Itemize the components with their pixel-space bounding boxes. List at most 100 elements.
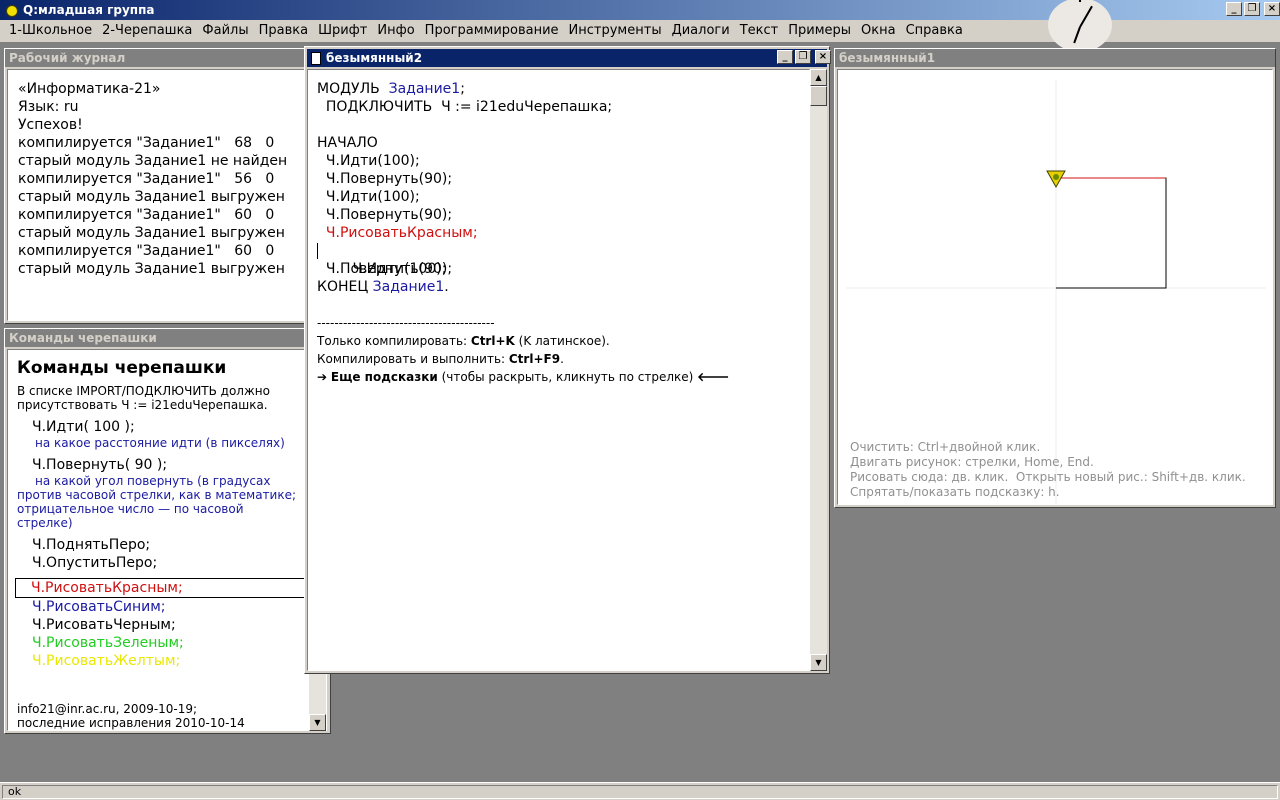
- editor-minimize-button[interactable]: _: [777, 50, 793, 64]
- status-bar: ok: [0, 782, 1280, 800]
- canvas-hint: Очистить: Ctrl+двойной клик.: [850, 440, 1041, 454]
- journal-line: старый модуль Задание1 не найден: [18, 153, 288, 169]
- journal-line: Язык: ru: [18, 99, 79, 115]
- journal-line: старый модуль Задание1 выгружен: [18, 225, 285, 241]
- clock-hour-hand: [1079, 5, 1093, 28]
- editor-title: безымянный2: [326, 51, 423, 65]
- commands-intro: присутствовать Ч := i21eduЧерепашка.: [17, 398, 268, 412]
- document-icon: [311, 51, 321, 65]
- canvas-hints: Очистить: Ctrl+двойной клик. Двигать рис…: [850, 440, 1246, 500]
- code-line: Ч.Идти(100);: [317, 153, 420, 169]
- black-path: [1056, 177, 1167, 289]
- code-line: Ч.Идти(100);: [317, 189, 420, 205]
- app-title: Q:младшая группа: [23, 3, 155, 17]
- cmd-go[interactable]: Ч.Идти( 100 );: [17, 418, 326, 436]
- code-line: КОНЕЦ Задание1.: [317, 279, 449, 295]
- scroll-up-arrow-icon[interactable]: ▲: [810, 69, 827, 86]
- cmd-go-note: на какое расстояние идти (в пикселях): [35, 436, 285, 450]
- fold-arrow-right-icon[interactable]: ➔: [317, 370, 327, 384]
- menu-examples[interactable]: Примеры: [783, 21, 856, 41]
- journal-line: компилируется "Задание1" 60 0: [18, 243, 275, 259]
- menu-turtle[interactable]: 2-Черепашка: [97, 21, 197, 41]
- commands-intro: В списке IMPORT/ПОДКЛЮЧИТЬ должно: [17, 384, 270, 398]
- canvas-hint: Спрятать/показать подсказку: h.: [850, 485, 1060, 499]
- status-text: ok: [2, 785, 1278, 799]
- clock-minute-hand: [1073, 26, 1081, 44]
- cmd-turn-note: отрицательное число — по часовой: [17, 502, 244, 516]
- menu-files[interactable]: Файлы: [197, 21, 253, 41]
- journal-line: «Информатика-21»: [18, 81, 161, 97]
- cmd-pen-down[interactable]: Ч.ОпуститьПеро;: [17, 554, 326, 572]
- cmd-draw-yellow[interactable]: Ч.РисоватьЖелтым;: [17, 652, 326, 670]
- cmd-turn-note: стрелке): [17, 516, 73, 530]
- editor-scrollbar[interactable]: ▲ ▼: [810, 69, 827, 671]
- cmd-draw-black[interactable]: Ч.РисоватьЧерным;: [17, 616, 326, 634]
- cmd-draw-blue[interactable]: Ч.РисоватьСиним;: [17, 598, 326, 616]
- scroll-down-arrow-icon[interactable]: ▼: [309, 714, 326, 731]
- scroll-down-arrow-icon[interactable]: ▼: [810, 654, 827, 671]
- editor-window: безымянный2 _ ❐ × МОДУЛЬ Задание1; ПОДКЛ…: [304, 46, 831, 674]
- cmd-draw-red[interactable]: Ч.РисоватьКрасным;: [15, 578, 315, 598]
- menu-windows[interactable]: Окна: [856, 21, 901, 41]
- menu-help[interactable]: Справка: [901, 21, 968, 41]
- code-line: Ч.Повернуть(90);: [317, 171, 453, 187]
- separator-line: ----------------------------------------…: [317, 316, 495, 330]
- close-button[interactable]: ×: [1264, 2, 1280, 16]
- editor-title-bar[interactable]: безымянный2: [307, 49, 827, 67]
- minimize-button[interactable]: _: [1226, 2, 1242, 16]
- code-line: НАЧАЛО: [317, 135, 378, 151]
- menu-school[interactable]: 1-Школьное: [4, 21, 97, 41]
- commands-title[interactable]: Команды черепашки: [5, 329, 330, 347]
- menu-tools[interactable]: Инструменты: [564, 21, 667, 41]
- turtle-head: [1053, 174, 1059, 180]
- canvas-window: безымянный1 Очистить: Ctrl+двойной клик.…: [834, 48, 1276, 508]
- menu-programming[interactable]: Программирование: [420, 21, 564, 41]
- cmd-draw-green[interactable]: Ч.РисоватьЗеленым;: [17, 634, 326, 652]
- journal-window: Рабочий журнал «Информатика-21» Язык: ru…: [4, 48, 308, 324]
- menu-info[interactable]: Инфо: [372, 21, 419, 41]
- code-line: Ч.РисоватьКрасным;: [317, 225, 478, 241]
- menu-text[interactable]: Текст: [735, 21, 784, 41]
- clock-widget: [1048, 0, 1112, 52]
- menu-edit[interactable]: Правка: [254, 21, 313, 41]
- restore-button[interactable]: ❐: [1244, 2, 1260, 16]
- commands-heading: Команды черепашки: [17, 358, 227, 378]
- drawing-canvas[interactable]: Очистить: Ctrl+двойной клик. Двигать рис…: [837, 69, 1273, 505]
- hint-run: Компилировать и выполнить: Ctrl+F9.: [317, 352, 564, 366]
- menu-dialogs[interactable]: Диалоги: [667, 21, 735, 41]
- editor-maximize-button[interactable]: ❐: [795, 50, 811, 64]
- commands-footer: последние исправления 2010-10-14: [17, 716, 245, 730]
- code-line: Ч.Повернуть(90);: [317, 207, 453, 223]
- commands-footer: info21@inr.ac.ru, 2009-10-19;: [17, 702, 198, 716]
- code-line: МОДУЛЬ Задание1;: [317, 81, 465, 97]
- turtle-drawing: [846, 80, 1266, 504]
- canvas-hint: Двигать рисунок: стрелки, Home, End.: [850, 455, 1094, 469]
- journal-title[interactable]: Рабочий журнал: [5, 49, 307, 67]
- cmd-turn-note: на какой угол повернуть (в градусах: [35, 474, 271, 488]
- menu-font[interactable]: Шрифт: [313, 21, 372, 41]
- cmd-pen-up[interactable]: Ч.ПоднятьПеро;: [17, 536, 326, 554]
- editor-close-button[interactable]: ×: [815, 50, 831, 64]
- app-icon[interactable]: [4, 3, 18, 17]
- commands-window: Команды черепашки Команды черепашки В сп…: [4, 328, 331, 734]
- commands-body[interactable]: Команды черепашки В списке IMPORT/ПОДКЛЮ…: [7, 349, 327, 731]
- scroll-thumb[interactable]: [810, 86, 827, 106]
- editor-window-controls: _ ❐ ×: [777, 50, 831, 64]
- journal-line: Успехов!: [18, 117, 83, 133]
- more-hints-fold[interactable]: ➔ Еще подсказки (чтобы раскрыть, кликнут…: [317, 368, 809, 386]
- cmd-turn-note: против часовой стрелки, как в математике…: [17, 488, 297, 502]
- code-line: ПОДКЛЮЧИТЬ Ч := i21eduЧерепашка;: [317, 99, 613, 115]
- canvas-hint: Рисовать сюда: дв. клик. Открыть новый р…: [850, 470, 1246, 484]
- fold-arrow-left-icon[interactable]: 🡐: [697, 370, 729, 384]
- cmd-turn[interactable]: Ч.Повернуть( 90 );: [17, 456, 326, 474]
- journal-line: старый модуль Задание1 выгружен: [18, 261, 285, 277]
- journal-line: компилируется "Задание1" 56 0: [18, 171, 275, 187]
- journal-line: компилируется "Задание1" 60 0: [18, 207, 275, 223]
- code-line: Ч.Идти(100);: [317, 242, 809, 277]
- journal-body[interactable]: «Информатика-21» Язык: ru Успехов! компи…: [7, 69, 305, 321]
- canvas-title[interactable]: безымянный1: [835, 49, 1275, 67]
- journal-line: компилируется "Задание1" 68 0: [18, 135, 275, 151]
- code-editor[interactable]: МОДУЛЬ Задание1; ПОДКЛЮЧИТЬ Ч := i21eduЧ…: [307, 69, 810, 671]
